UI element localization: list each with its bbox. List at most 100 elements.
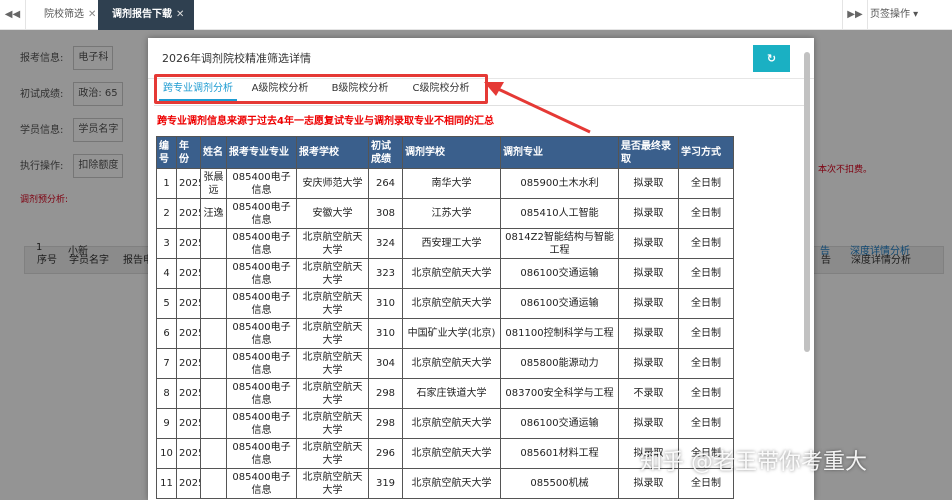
top-tab-bar: ◀◀ 院校筛选 ✕ 调剂报告下载 ✕ ▶▶ 页签操作 ▾ xyxy=(0,0,952,30)
table-cell: 2025 xyxy=(176,468,201,499)
table-cell: 北京航空航天大学 xyxy=(402,438,501,469)
table-cell: 石家庄铁道大学 xyxy=(402,378,501,409)
table-cell: 11 xyxy=(156,468,177,499)
table-cell: 拟录取 xyxy=(618,258,679,289)
table-cell: 拟录取 xyxy=(618,198,679,229)
tab-adjust-report-download[interactable]: 调剂报告下载 ✕ xyxy=(98,0,195,30)
table-header-row: 编号 年份 姓名 报考专业专业 报考学校 初试成绩 调剂学校 调剂专业 是否最终录取 学习方式 xyxy=(156,136,734,169)
table-cell: 北京航空航天大学 xyxy=(296,408,369,439)
table-cell: 2025 xyxy=(176,168,201,199)
table-cell: 北京航空航天大学 xyxy=(402,468,501,499)
page-operations-dropdown[interactable]: 页签操作 ▾ xyxy=(870,0,918,30)
tab-school-filter[interactable]: 院校筛选 ✕ xyxy=(30,0,106,30)
tab-a-level[interactable]: A级院校分析 xyxy=(243,77,317,101)
modal-scrollbar[interactable] xyxy=(804,52,810,352)
table-cell: 北京航空航天大学 xyxy=(402,408,501,439)
table-cell: 298 xyxy=(368,408,403,439)
table-cell: 北京航空航天大学 xyxy=(296,288,369,319)
table-cell: 324 xyxy=(368,228,403,259)
refresh-icon[interactable]: ↻ xyxy=(753,45,790,72)
table-cell: 全日制 xyxy=(678,288,734,319)
table-cell: 298 xyxy=(368,378,403,409)
table-cell: 085400电子信息 xyxy=(226,168,297,199)
table-cell: 081100控制科学与工程 xyxy=(500,318,619,349)
table-cell: 308 xyxy=(368,198,403,229)
source-note: 跨专业调剂信息来源于过去4年一志愿复试专业与调剂录取专业不相同的汇总 xyxy=(157,116,494,127)
table-cell: 8 xyxy=(156,378,177,409)
table-cell: 2025 xyxy=(176,438,201,469)
table-cell: 拟录取 xyxy=(618,228,679,259)
table-cell xyxy=(200,318,227,349)
table-cell: 086100交通运输 xyxy=(500,288,619,319)
table-cell: 0814Z2智能结构与智能工程 xyxy=(500,228,619,259)
table-cell: 全日制 xyxy=(678,348,734,379)
table-cell: 085400电子信息 xyxy=(226,288,297,319)
table-cell xyxy=(200,378,227,409)
table-row: 42025085400电子信息北京航空航天大学323北京航空航天大学086100… xyxy=(156,258,734,289)
table-cell: 拟录取 xyxy=(618,348,679,379)
table-cell: 全日制 xyxy=(678,198,734,229)
table-cell: 2025 xyxy=(176,228,201,259)
table-cell: 拟录取 xyxy=(618,168,679,199)
table-cell: 085500机械 xyxy=(500,468,619,499)
table-cell: 不录取 xyxy=(618,378,679,409)
table-cell: 拟录取 xyxy=(618,288,679,319)
tab-b-level[interactable]: B级院校分析 xyxy=(323,77,397,101)
tab-cross-major[interactable]: 跨专业调剂分析 xyxy=(159,77,237,101)
table-cell: 085400电子信息 xyxy=(226,408,297,439)
detail-modal: 2026年调剂院校精准筛选详情 ↻ 跨专业调剂分析 A级院校分析 B级院校分析 … xyxy=(148,38,814,500)
table-cell: 安庆师范大学 xyxy=(296,168,369,199)
column-header: 编号 xyxy=(156,136,177,169)
table-cell: 安徽大学 xyxy=(296,198,369,229)
table-cell: 085400电子信息 xyxy=(226,198,297,229)
table-cell: 264 xyxy=(368,168,403,199)
table-cell: 10 xyxy=(156,438,177,469)
column-header: 初试成绩 xyxy=(368,136,403,169)
table-cell: 南华大学 xyxy=(402,168,501,199)
table-cell: 310 xyxy=(368,288,403,319)
column-header: 报考学校 xyxy=(296,136,369,169)
column-header: 报考专业专业 xyxy=(226,136,297,169)
table-cell: 085900土木水利 xyxy=(500,168,619,199)
table-cell: 304 xyxy=(368,348,403,379)
table-cell: 江苏大学 xyxy=(402,198,501,229)
table-row: 62025 085400电子信息北京航空航天大学310中国矿业大学(北京)0811… xyxy=(156,318,734,349)
table-cell: 2 xyxy=(156,198,177,229)
close-icon[interactable]: ✕ xyxy=(176,9,184,20)
table-cell: 085400电子信息 xyxy=(226,468,297,499)
table-cell: 2025 xyxy=(176,258,201,289)
tab-scroll-right-button[interactable]: ▶▶ xyxy=(842,0,868,30)
modal-title: 2026年调剂院校精准筛选详情 xyxy=(162,52,311,65)
table-cell: 北京航空航天大学 xyxy=(296,378,369,409)
tab-scroll-left-button[interactable]: ◀◀ xyxy=(0,0,26,30)
table-cell xyxy=(200,228,227,259)
close-icon[interactable]: ✕ xyxy=(88,9,96,20)
table-cell: 拟录取 xyxy=(618,408,679,439)
table-cell: 085601材料工程 xyxy=(500,438,619,469)
tab-label: 调剂报告下载 xyxy=(112,9,172,20)
watermark: 知乎 @老王带你考重大 xyxy=(640,450,867,475)
table-cell: 西安理工大学 xyxy=(402,228,501,259)
table-cell xyxy=(200,438,227,469)
table-cell: 296 xyxy=(368,438,403,469)
table-cell: 全日制 xyxy=(678,168,734,199)
table-cell: 北京航空航天大学 xyxy=(402,258,501,289)
table-cell: 北京航空航天大学 xyxy=(296,228,369,259)
table-cell xyxy=(200,288,227,319)
table-cell: 汪逸 xyxy=(200,198,227,229)
tab-label: 院校筛选 xyxy=(44,9,84,20)
column-header: 是否最终录取 xyxy=(618,136,679,169)
table-cell: 2025 xyxy=(176,198,201,229)
analysis-tabs-highlight: 跨专业调剂分析 A级院校分析 B级院校分析 C级院校分析 xyxy=(154,74,488,104)
table-cell: 全日制 xyxy=(678,408,734,439)
tab-c-level[interactable]: C级院校分析 xyxy=(403,77,479,101)
column-header: 调剂专业 xyxy=(500,136,619,169)
annotation-arrow-icon xyxy=(484,82,591,134)
table-row: 82025 085400电子信息北京航空航天大学298石家庄铁道大学083700安… xyxy=(156,378,734,409)
table-cell: 085800能源动力 xyxy=(500,348,619,379)
table-cell: 北京航空航天大学 xyxy=(296,438,369,469)
table-cell: 北京航空航天大学 xyxy=(402,288,501,319)
table-cell: 全日制 xyxy=(678,318,734,349)
table-cell: 中国矿业大学(北京) xyxy=(402,318,501,349)
table-cell: 085400电子信息 xyxy=(226,228,297,259)
